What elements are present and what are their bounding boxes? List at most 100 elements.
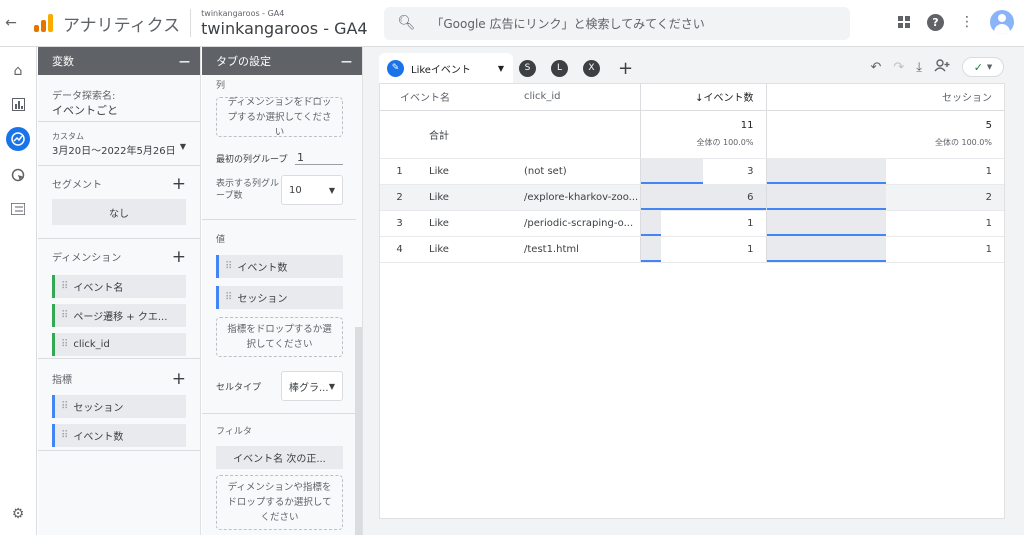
redo-icon[interactable]: ↷	[893, 60, 904, 75]
chevron-down-icon: ▼	[986, 63, 993, 71]
advertising-icon[interactable]	[6, 163, 30, 187]
table-row[interactable]: 3 Like/periodic-scraping-o... 1 1	[380, 210, 1004, 237]
add-dimension-button[interactable]: +	[172, 248, 186, 265]
col-header-event-name[interactable]: イベント名	[380, 84, 518, 111]
tab-l[interactable]: L	[551, 59, 568, 77]
add-segment-button[interactable]: +	[172, 175, 186, 192]
first-group-label: 最初の列グループ	[216, 154, 288, 165]
chevron-down-icon[interactable]: ▼	[498, 64, 504, 73]
table-row[interactable]: 2 Like/explore-kharkov-zoo... 6 2	[380, 184, 1004, 211]
row-event-count: 6	[747, 191, 754, 203]
dropdown-arrow-icon: ▼	[328, 381, 335, 391]
row-sessions: 1	[886, 236, 1004, 263]
row-sessions-bar-cell	[765, 184, 886, 211]
values-drop-zone[interactable]: 指標をドロップするか選択してください	[216, 317, 343, 357]
segments-none: なし	[52, 199, 186, 225]
panel-scrollbar[interactable]	[355, 327, 362, 535]
rows-per-group-select[interactable]: 10 ▼	[281, 175, 343, 205]
row-event-count-cell: 1	[639, 210, 766, 237]
session-bar-bg	[766, 184, 886, 210]
help-icon[interactable]: ?	[927, 13, 944, 31]
tab-settings-panel: タブの設定 — 列 ディメンションをドロップするか選択してください 最初の列グル…	[202, 47, 363, 535]
filter-chip[interactable]: イベント名 次の正...	[216, 446, 343, 469]
totals-label: 合計	[419, 110, 518, 159]
metric-chip[interactable]: ⠿ イベント数	[52, 424, 186, 447]
search-placeholder: 「Google 広告にリンク」と検索してみてください	[431, 16, 705, 31]
cell-type-select[interactable]: 棒グラ... ▼	[281, 371, 343, 401]
event-bar-bg	[640, 158, 703, 184]
account-avatar[interactable]	[990, 10, 1014, 34]
home-icon[interactable]: ⌂	[6, 59, 30, 83]
back-arrow-icon[interactable]: ←	[2, 15, 20, 31]
table-header-row: イベント名 click_id ↓イベント数 セッション	[380, 84, 1004, 111]
apps-grid-icon[interactable]	[895, 13, 913, 31]
row-event-count: 3	[747, 165, 754, 177]
search-bar[interactable]: 🔍︎ 「Google 広告にリンク」と検索してみてください	[383, 6, 850, 40]
dimension-chip[interactable]: ⠿ click_id	[52, 333, 186, 356]
top-app-bar: ← アナリティクス twinkangaroos - GA4 twinkangar…	[0, 0, 1024, 47]
row-click-id: /test1.html	[518, 236, 640, 263]
drag-handle-icon[interactable]: ⠿	[61, 339, 68, 350]
row-event-count-cell: 3	[639, 158, 766, 185]
status-check-dropdown[interactable]: ✓ ▼	[962, 57, 1004, 77]
date-range-selector[interactable]: カスタム 3月20日～2022年5月26日 ▼	[38, 122, 200, 166]
metric-label: セッション	[73, 403, 124, 414]
drag-handle-icon[interactable]: ⠿	[61, 401, 68, 412]
tab-s[interactable]: S	[519, 59, 536, 77]
check-circle-icon: ✓	[973, 60, 983, 74]
add-tab-button[interactable]: +	[618, 58, 633, 79]
download-icon[interactable]: ⤓	[916, 60, 922, 75]
exploration-name-input[interactable]: イベントごと	[52, 102, 186, 118]
variables-panel-header: 変数 —	[38, 47, 200, 75]
drag-handle-icon[interactable]: ⠿	[61, 310, 68, 321]
row-click-id: (not set)	[518, 158, 640, 185]
row-index: 3	[380, 210, 419, 237]
values-title: 値	[216, 235, 226, 245]
undo-icon[interactable]: ↶	[870, 60, 881, 75]
table-row[interactable]: 1 Like (not set) 3 1	[380, 158, 1004, 185]
drag-handle-icon[interactable]: ⠿	[225, 292, 232, 303]
analytics-logo[interactable]	[34, 14, 53, 32]
reports-icon[interactable]	[6, 92, 30, 116]
col-header-event-count[interactable]: ↓イベント数	[639, 84, 766, 111]
cell-type-value: 棒グラ...	[289, 382, 329, 394]
property-selector[interactable]: twinkangaroos - GA4 twinkangaroos - GA4	[201, 9, 367, 38]
drag-handle-icon[interactable]: ⠿	[61, 281, 68, 292]
drag-handle-icon[interactable]: ⠿	[61, 430, 68, 441]
metrics-title: 指標	[52, 375, 72, 386]
metric-chip[interactable]: ⠿ セッション	[52, 395, 186, 418]
rows-per-group-value: 10	[289, 184, 302, 196]
row-event-count-cell: 1	[639, 236, 766, 263]
minimize-tab-settings-button[interactable]: —	[341, 55, 352, 68]
add-metric-button[interactable]: +	[172, 370, 186, 387]
tab-x[interactable]: X	[583, 59, 600, 77]
first-group-input[interactable]: 1	[295, 151, 343, 165]
settings-gear-icon[interactable]: ⚙	[6, 502, 30, 526]
configure-list-icon[interactable]	[6, 197, 30, 221]
canvas-area: ✎ Likeイベント ▼ S L X + ↶ ↷ ⤓ ✓ ▼ イベント名 cli…	[363, 47, 1024, 535]
free-form-table: イベント名 click_id ↓イベント数 セッション 合計 11 全体の 10…	[379, 83, 1005, 519]
table-row[interactable]: 4 Like/test1.html 1 1	[380, 236, 1004, 263]
app-title: アナリティクス	[63, 15, 181, 36]
dimension-chip[interactable]: ⠿ ページ遷移 + クエ...	[52, 304, 186, 327]
row-index: 2	[380, 184, 419, 211]
tab-like-event[interactable]: ✎ Likeイベント ▼	[379, 53, 513, 83]
tab-settings-header: タブの設定 —	[202, 47, 362, 75]
drag-handle-icon[interactable]: ⠿	[225, 261, 232, 272]
col-header-click-id[interactable]: click_id	[518, 84, 640, 111]
columns-drop-zone[interactable]: ディメンションをドロップするか選択してください	[216, 97, 343, 138]
dimension-chip[interactable]: ⠿ イベント名	[52, 275, 186, 298]
explore-icon[interactable]	[6, 127, 30, 151]
dimensions-title: ディメンション	[52, 253, 122, 264]
share-user-icon[interactable]	[934, 58, 950, 76]
columns-title: 列	[216, 81, 226, 91]
more-vert-icon[interactable]: ⋮	[958, 13, 976, 31]
value-chip[interactable]: ⠿ イベント数	[216, 255, 343, 278]
value-chip[interactable]: ⠿ セッション	[216, 286, 343, 309]
filters-drop-zone[interactable]: ディメンションや指標をドロップするか選択してください	[216, 475, 343, 530]
minimize-variables-button[interactable]: —	[179, 55, 190, 68]
dropdown-arrow-icon: ▼	[328, 185, 335, 195]
rows-per-group-label: 表示する列グループ数	[216, 179, 280, 201]
col-header-sessions[interactable]: セッション	[765, 84, 1004, 111]
property-name: twinkangaroos - GA4	[201, 18, 368, 38]
